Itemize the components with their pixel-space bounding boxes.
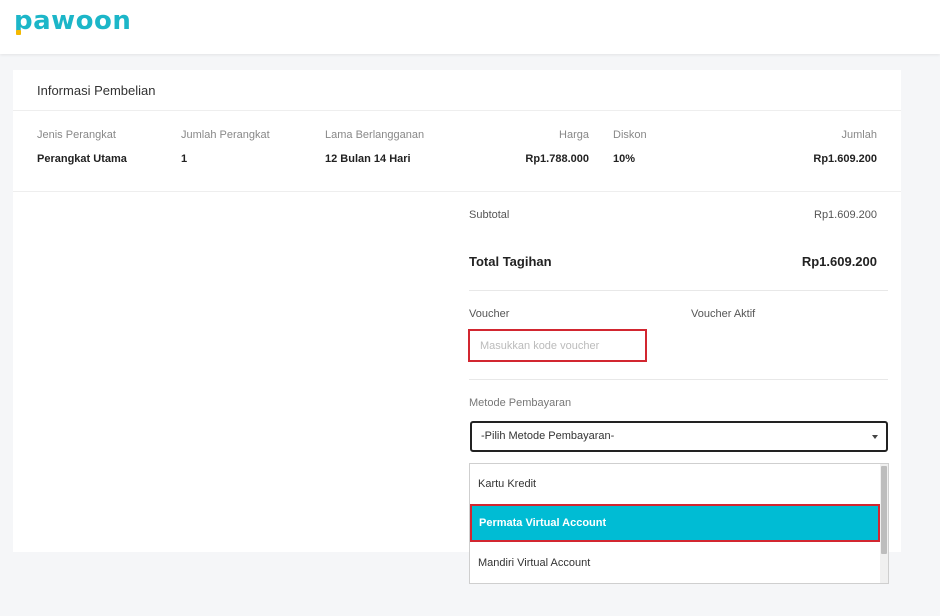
pawoon-logo[interactable]: pawoon	[14, 6, 131, 36]
header-discount: Diskon	[613, 129, 647, 141]
card-title: Informasi Pembelian	[37, 83, 156, 98]
divider	[469, 379, 888, 380]
logo-dot-icon	[16, 30, 21, 35]
cell-discount: 10%	[613, 153, 636, 165]
payment-method-select[interactable]: -Pilih Metode Pembayaran-	[470, 421, 888, 452]
cell-device-count: 1	[181, 153, 188, 165]
cell-device-type: Perangkat Utama	[37, 153, 127, 165]
subtotal-label: Subtotal	[469, 209, 510, 221]
option-mandiri-virtual-account[interactable]: Mandiri Virtual Account	[470, 544, 880, 582]
total-label: Total Tagihan	[469, 254, 552, 269]
cell-amount: Rp1.609.200	[813, 153, 877, 165]
divider	[13, 191, 901, 192]
divider	[469, 290, 888, 291]
header-device-count: Jumlah Perangkat	[181, 129, 270, 141]
payment-method-label: Metode Pembayaran	[469, 397, 572, 409]
header-device-type: Jenis Perangkat	[37, 129, 116, 141]
dropdown-scrollbar[interactable]	[880, 464, 888, 583]
subtotal-value: Rp1.609.200	[814, 209, 877, 221]
scrollbar-thumb[interactable]	[881, 466, 887, 554]
header-amount: Jumlah	[841, 129, 877, 141]
total-value: Rp1.609.200	[801, 254, 877, 269]
payment-method-selected: -Pilih Metode Pembayaran-	[481, 430, 615, 442]
option-permata-virtual-account[interactable]: Permata Virtual Account	[470, 504, 880, 542]
divider	[13, 110, 901, 111]
cell-price: Rp1.788.000	[525, 153, 589, 165]
top-bar: pawoon	[0, 0, 940, 54]
caret-down-icon	[872, 435, 878, 439]
payment-method-dropdown: Kartu Kredit Permata Virtual Account Man…	[469, 463, 889, 584]
voucher-code-input[interactable]	[468, 329, 647, 362]
header-duration: Lama Berlangganan	[325, 129, 425, 141]
active-voucher-label: Voucher Aktif	[691, 308, 756, 320]
header-price: Harga	[559, 129, 589, 141]
voucher-label: Voucher	[469, 308, 510, 320]
cell-duration: 12 Bulan 14 Hari	[325, 153, 411, 165]
option-credit-card[interactable]: Kartu Kredit	[470, 465, 880, 503]
